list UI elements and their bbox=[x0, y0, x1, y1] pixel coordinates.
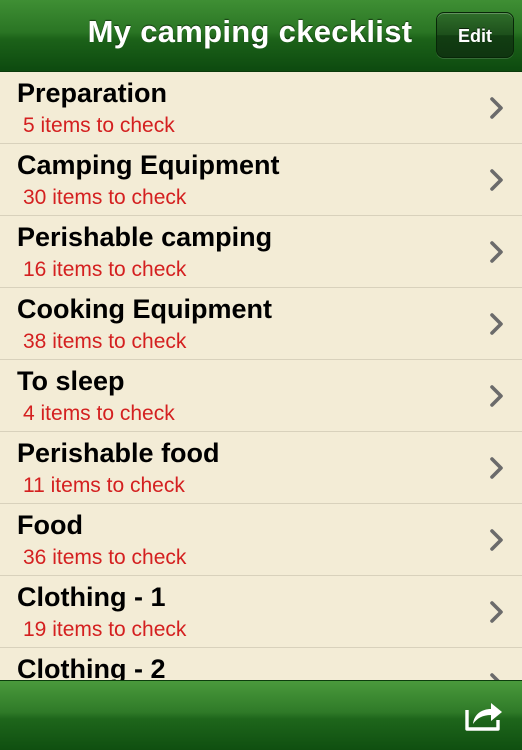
chevron-right-icon bbox=[490, 169, 503, 191]
list-item-title: Cooking Equipment bbox=[17, 294, 272, 324]
chevron-right-icon bbox=[490, 529, 503, 551]
list-item-title: Clothing - 2 bbox=[17, 654, 166, 680]
list-item-title: Perishable food bbox=[17, 438, 220, 468]
list-item-title: To sleep bbox=[17, 366, 125, 396]
list-item-camping-equipment[interactable]: Camping Equipment 30 items to check bbox=[0, 144, 522, 216]
list-item-count: 19 items to check bbox=[23, 618, 187, 641]
list-item-perishable-camping[interactable]: Perishable camping 16 items to check bbox=[0, 216, 522, 288]
edit-button[interactable]: Edit bbox=[436, 12, 514, 58]
list-item-title: Perishable camping bbox=[17, 222, 273, 252]
chevron-right-icon bbox=[490, 457, 503, 479]
checklist-list: Preparation 5 items to check Camping Equ… bbox=[0, 72, 522, 680]
page-title: My camping ckecklist bbox=[87, 14, 413, 49]
list-item-title: Preparation bbox=[17, 78, 168, 108]
list-item-count: 5 items to check bbox=[23, 114, 175, 137]
chevron-right-icon bbox=[490, 673, 500, 680]
list-item-cooking-equipment[interactable]: Cooking Equipment 38 items to check bbox=[0, 288, 522, 360]
chevron-right-icon bbox=[490, 241, 503, 263]
list-item-title: Camping Equipment bbox=[17, 150, 280, 180]
list-item-preparation[interactable]: Preparation 5 items to check bbox=[0, 72, 522, 144]
list-item-count: 38 items to check bbox=[23, 330, 187, 353]
list-item-clothing-1[interactable]: Clothing - 1 19 items to check bbox=[0, 576, 522, 648]
list-item-count: 4 items to check bbox=[23, 402, 175, 425]
list-item-count: 30 items to check bbox=[23, 186, 187, 209]
chevron-right-icon bbox=[490, 385, 503, 407]
list-item-count: 36 items to check bbox=[23, 546, 187, 569]
chevron-right-icon bbox=[490, 313, 503, 335]
app-screen: My camping ckecklist Edit Preparation 5 … bbox=[0, 0, 522, 750]
chevron-right-icon bbox=[490, 601, 503, 623]
chevron-right-icon bbox=[490, 97, 503, 119]
list-item-count: 16 items to check bbox=[23, 258, 187, 281]
list-item-perishable-food[interactable]: Perishable food 11 items to check bbox=[0, 432, 522, 504]
list-item-count: 11 items to check bbox=[23, 474, 185, 497]
list-item-title: Clothing - 1 bbox=[17, 582, 166, 612]
list-item-clothing-2[interactable]: Clothing - 2 bbox=[0, 648, 522, 680]
list-item-title: Food bbox=[17, 510, 83, 540]
share-icon[interactable] bbox=[464, 698, 504, 732]
list-item-to-sleep[interactable]: To sleep 4 items to check bbox=[0, 360, 522, 432]
bottom-toolbar bbox=[0, 680, 522, 750]
navigation-bar: My camping ckecklist Edit bbox=[0, 0, 522, 72]
list-item-food[interactable]: Food 36 items to check bbox=[0, 504, 522, 576]
